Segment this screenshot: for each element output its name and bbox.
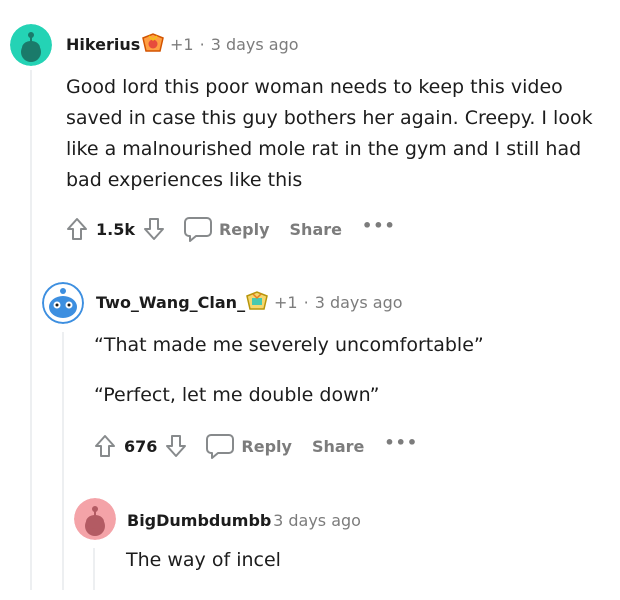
comment-text: “That made me severely uncomfortable”: [94, 334, 484, 356]
downvote-icon[interactable]: [143, 217, 165, 241]
share-button[interactable]: Share: [312, 437, 364, 456]
share-button[interactable]: Share: [290, 220, 342, 239]
thread-line-root[interactable]: [30, 70, 32, 590]
award-flair-icon: [244, 291, 270, 317]
separator-dot: ·: [303, 293, 309, 312]
comment-meta: +1 · 3 days ago: [274, 293, 403, 312]
vote-score: 676: [124, 436, 158, 456]
comment-bubble-icon[interactable]: [183, 215, 213, 243]
karma-points: +1: [170, 35, 194, 54]
username[interactable]: BigDumbdumbb: [127, 511, 271, 530]
comment-text: The way of incel: [126, 549, 281, 571]
avatar[interactable]: [42, 282, 84, 324]
timestamp[interactable]: 3 days ago: [315, 293, 403, 312]
upvote-icon[interactable]: [66, 217, 88, 241]
reply-button[interactable]: Reply: [241, 437, 292, 456]
timestamp[interactable]: 3 days ago: [211, 35, 299, 54]
avatar[interactable]: [74, 498, 116, 540]
more-options-button[interactable]: •••: [362, 216, 396, 235]
comment-text: “Perfect, let me double down”: [94, 384, 380, 406]
username[interactable]: Two_Wang_Clan_: [96, 293, 245, 312]
comment-actions: 1.5k Reply Share •••: [66, 214, 396, 244]
thread-line-reply[interactable]: [62, 332, 64, 590]
karma-points: +1: [274, 293, 298, 312]
separator-dot: ·: [262, 511, 268, 530]
thread-line-nested[interactable]: [93, 548, 95, 590]
downvote-icon[interactable]: [165, 434, 187, 458]
separator-dot: ·: [199, 35, 205, 54]
reply-button[interactable]: Reply: [219, 220, 270, 239]
more-options-button[interactable]: •••: [384, 433, 418, 452]
comment-body: Good lord this poor woman needs to keep …: [66, 72, 606, 196]
vote-score: 1.5k: [96, 219, 135, 239]
comment-body: The way of incel: [126, 545, 596, 576]
comment-bubble-icon[interactable]: [205, 432, 235, 460]
comment-actions: 676 Reply Share •••: [94, 431, 418, 461]
comment-meta: +1 · 3 days ago: [170, 35, 299, 54]
comment-body: “That made me severely uncomfortable” “P…: [94, 330, 604, 411]
upvote-icon[interactable]: [94, 434, 116, 458]
timestamp[interactable]: 3 days ago: [273, 511, 361, 530]
avatar[interactable]: [10, 24, 52, 66]
award-flair-icon: [140, 33, 166, 59]
username[interactable]: Hikerius: [66, 35, 140, 54]
comment-meta: · 3 days ago: [262, 511, 361, 530]
comment-text: Good lord this poor woman needs to keep …: [66, 76, 593, 191]
